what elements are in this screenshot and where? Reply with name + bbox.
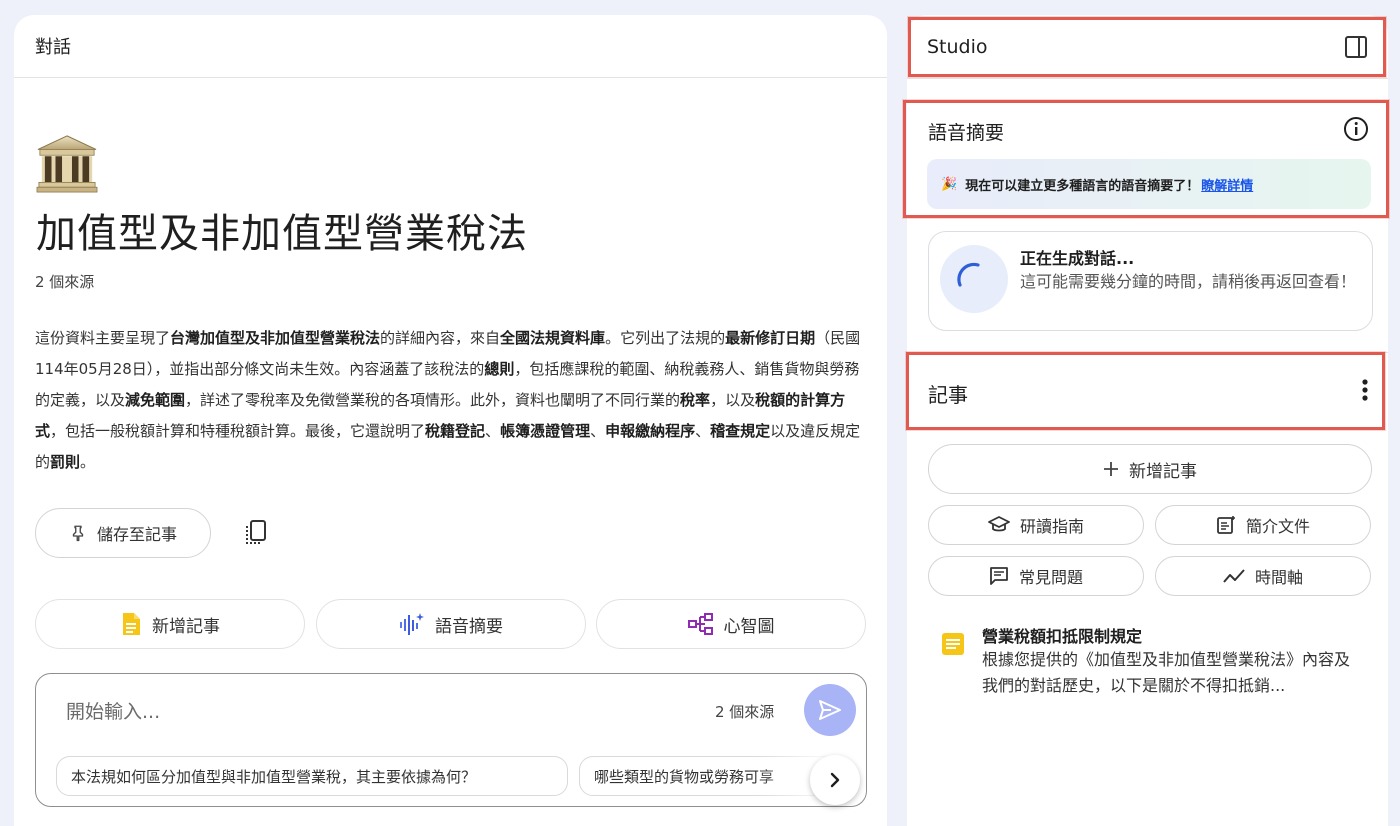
plus-icon <box>1104 462 1118 476</box>
note-title: 營業稅額扣抵限制規定 <box>982 627 1143 646</box>
timeline-label: 時間軸 <box>1254 568 1303 587</box>
annotation-box-notes-header <box>906 352 1385 430</box>
faq-label: 常見問題 <box>1018 568 1083 587</box>
note-preview: 根據您提供的《加值型及非加值型營業稅法》內容及我們的對話歷史，以下是關於不得扣抵… <box>982 650 1351 695</box>
summary-text: ，包括一般稅額計算和特種稅額計算。最後，它還說明了 <box>50 422 426 440</box>
note-icon <box>942 633 964 655</box>
mindmap-icon <box>687 613 713 635</box>
add-note-action-button[interactable]: 新增記事 <box>35 599 305 649</box>
summary-emphasis: 減免範圍 <box>125 391 186 409</box>
faq-button[interactable]: 常見問題 <box>928 556 1144 596</box>
send-button[interactable] <box>804 684 856 736</box>
add-note-label: 新增記事 <box>1129 461 1197 482</box>
study-guide-button[interactable]: 研讀指南 <box>928 505 1144 545</box>
source-summary: 這份資料主要呈現了台灣加值型及非加值型營業稅法的詳細內容，來自全國法規資料庫。它… <box>35 323 861 478</box>
suggestion-row: 本法規如何區分加值型與非加值型營業稅，其主要依據為何？ 哪些類型的貨物或勞務可享 <box>56 756 848 798</box>
summary-emphasis: 帳簿憑證管理 <box>500 422 591 440</box>
study-guide-label: 研讀指南 <box>1019 517 1084 536</box>
input-source-count: 2 個來源 <box>715 703 775 721</box>
annotation-box-studio-header <box>908 17 1386 77</box>
add-note-button[interactable]: 新增記事 <box>928 444 1372 494</box>
summary-emphasis: 總則 <box>484 360 515 378</box>
save-to-notes-button[interactable]: 儲存至記事 <box>35 508 211 558</box>
summary-emphasis: 台灣加值型及非加值型營業稅法 <box>170 329 381 347</box>
timeline-button[interactable]: 時間軸 <box>1155 556 1371 596</box>
audio-overview-action-button[interactable]: 語音摘要 <box>316 599 586 649</box>
summary-emphasis: 稅率 <box>680 391 711 409</box>
loading-spinner <box>940 245 1008 313</box>
send-icon <box>819 700 841 720</box>
note-doc-icon <box>123 613 140 635</box>
summary-emphasis: 最新修訂日期 <box>725 329 816 347</box>
summary-text: 、 <box>485 422 501 440</box>
mindmap-action-label: 心智圖 <box>723 616 775 637</box>
summary-emphasis: 罰則 <box>50 453 81 471</box>
chat-panel: 對話 加值型及非加值型營業稅法 2 個來源 這份資料主要呈現了台灣加值型及非加值… <box>14 15 887 826</box>
mindmap-action-button[interactable]: 心智圖 <box>596 599 866 649</box>
generating-card: 正在生成對話... 這可能需要幾分鐘的時間，請稍後再返回查看！ <box>928 231 1373 331</box>
briefing-doc-button[interactable]: 簡介文件 <box>1155 505 1371 545</box>
trending-line-icon <box>1223 569 1245 583</box>
generating-title: 正在生成對話... <box>1020 249 1135 268</box>
audio-overview-action-label: 語音摘要 <box>435 616 503 637</box>
audio-wave-icon <box>400 613 424 635</box>
studio-divider <box>907 78 1388 79</box>
summary-text: 。它列出了法規的 <box>605 329 726 347</box>
source-count: 2 個來源 <box>35 273 95 291</box>
summary-text: 的詳細內容，來自 <box>380 329 501 347</box>
summary-text: ，詳述了零稅率及免徵營業稅的各項情形。此外，資料也闡明了不同行業的 <box>185 391 681 409</box>
generating-desc: 這可能需要幾分鐘的時間，請稍後再返回查看！ <box>1020 272 1357 291</box>
summary-emphasis: 全國法規資料庫 <box>500 329 606 347</box>
courthouse-icon <box>36 135 98 193</box>
suggestions-next-button[interactable] <box>810 755 860 805</box>
summary-emphasis: 申報繳納程序 <box>605 422 696 440</box>
summary-text: 。 <box>80 453 96 471</box>
annotation-box-audio-overview <box>903 100 1389 218</box>
pin-icon <box>72 525 84 542</box>
chat-bubble-icon <box>990 567 1008 585</box>
briefing-doc-icon <box>1217 516 1235 534</box>
suggestion-chip[interactable]: 本法規如何區分加值型與非加值型營業稅，其主要依據為何？ <box>56 756 568 796</box>
source-title: 加值型及非加值型營業稅法 <box>36 211 528 257</box>
chat-header-title: 對話 <box>35 37 71 58</box>
chat-input[interactable] <box>66 696 666 728</box>
summary-emphasis: 稽查規定 <box>710 422 771 440</box>
chat-header: 對話 <box>14 15 887 78</box>
copy-icon <box>246 520 266 544</box>
graduation-cap-icon <box>988 516 1010 532</box>
briefing-doc-label: 簡介文件 <box>1245 517 1310 536</box>
summary-text: 、 <box>590 422 606 440</box>
chat-input-box: 2 個來源 本法規如何區分加值型與非加值型營業稅，其主要依據為何？ 哪些類型的貨… <box>35 673 867 807</box>
spinner-icon <box>957 262 980 287</box>
save-to-notes-label: 儲存至記事 <box>96 525 177 544</box>
chevron-right-icon <box>830 772 840 788</box>
summary-emphasis: 稅籍登記 <box>425 422 486 440</box>
summary-text: 、 <box>695 422 711 440</box>
summary-text: 這份資料主要呈現了 <box>35 329 171 347</box>
copy-button[interactable] <box>240 516 272 550</box>
add-note-action-label: 新增記事 <box>152 616 220 637</box>
summary-text: ，以及 <box>710 391 756 409</box>
